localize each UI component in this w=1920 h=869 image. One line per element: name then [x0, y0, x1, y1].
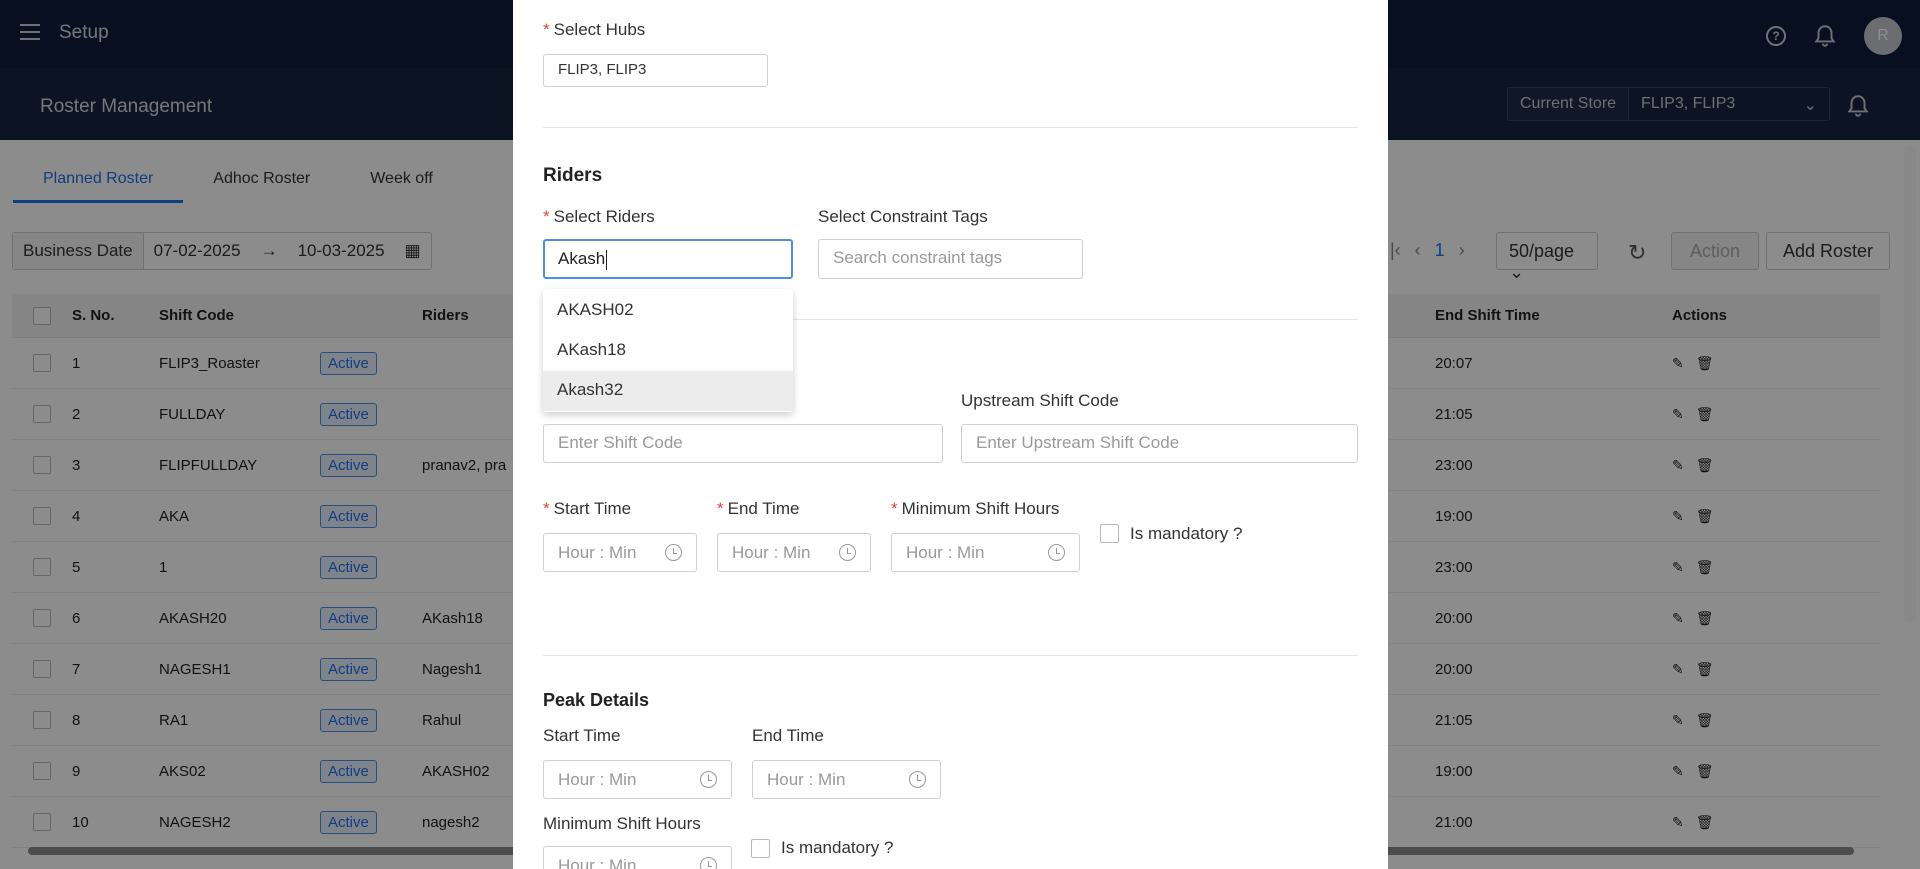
shift-code-input[interactable]: Enter Shift Code: [543, 424, 943, 463]
clock-icon: [909, 771, 926, 788]
peak-is-mandatory-label: Is mandatory ?: [781, 838, 894, 857]
select-riders-input[interactable]: Akash: [543, 239, 793, 279]
select-hubs-input[interactable]: FLIP3, FLIP3: [543, 54, 768, 87]
min-shift-hours-picker[interactable]: Hour : Min: [891, 533, 1080, 572]
upstream-shift-code-input[interactable]: Enter Upstream Shift Code: [961, 424, 1358, 463]
divider: [543, 127, 1358, 128]
peak-start-placeholder: Hour : Min: [558, 769, 637, 789]
start-time-label: * Start Time: [543, 499, 632, 518]
clock-icon: [700, 857, 717, 869]
peak-end-time-picker[interactable]: Hour : Min: [752, 760, 941, 799]
peak-start-time-label: Start Time: [543, 726, 621, 745]
rider-option[interactable]: Akash32: [543, 371, 793, 411]
is-mandatory-checkbox[interactable]: [1100, 524, 1119, 543]
upstream-shift-code-label: Upstream Shift Code: [961, 391, 1119, 410]
end-time-picker[interactable]: Hour : Min: [717, 533, 871, 572]
min-shift-hours-label: * Minimum Shift Hours: [891, 499, 1060, 518]
start-time-placeholder: Hour : Min: [558, 542, 637, 562]
clock-icon: [700, 771, 717, 788]
roster-modal: * Select Hubs FLIP3, FLIP3 Riders * Select…: [513, 0, 1388, 869]
peak-is-mandatory-checkbox[interactable]: [751, 839, 770, 858]
clock-icon: [839, 544, 856, 561]
min-hours-placeholder: Hour : Min: [906, 542, 985, 562]
peak-details-title: Peak Details: [543, 690, 650, 710]
divider: [543, 655, 1358, 656]
peak-end-time-label: End Time: [752, 726, 824, 745]
peak-min-placeholder: Hour : Min: [558, 855, 637, 869]
riders-section-title: Riders: [543, 165, 603, 186]
peak-min-hours-label: Minimum Shift Hours: [543, 814, 701, 833]
peak-min-hours-picker[interactable]: Hour : Min: [543, 846, 732, 869]
rider-option[interactable]: AKASH02: [543, 291, 793, 331]
vertical-scrollbar[interactable]: [1904, 145, 1916, 623]
rider-option[interactable]: AKash18: [543, 331, 793, 371]
start-time-picker[interactable]: Hour : Min: [543, 533, 697, 572]
riders-dropdown: AKASH02 AKash18 Akash32: [543, 289, 793, 412]
is-mandatory-label: Is mandatory ?: [1130, 524, 1243, 543]
riders-search-text: Akash: [558, 249, 606, 268]
end-time-label: * End Time: [717, 499, 800, 518]
select-riders-label: * Select Riders: [543, 207, 655, 226]
constraint-tags-label: Select Constraint Tags: [818, 207, 988, 226]
clock-icon: [1048, 544, 1065, 561]
constraint-tags-input[interactable]: Search constraint tags: [818, 239, 1083, 279]
clock-icon: [665, 544, 682, 561]
select-hubs-label: * Select Hubs: [543, 20, 646, 39]
peak-end-placeholder: Hour : Min: [767, 769, 846, 789]
peak-start-time-picker[interactable]: Hour : Min: [543, 760, 732, 799]
end-time-placeholder: Hour : Min: [732, 542, 811, 562]
